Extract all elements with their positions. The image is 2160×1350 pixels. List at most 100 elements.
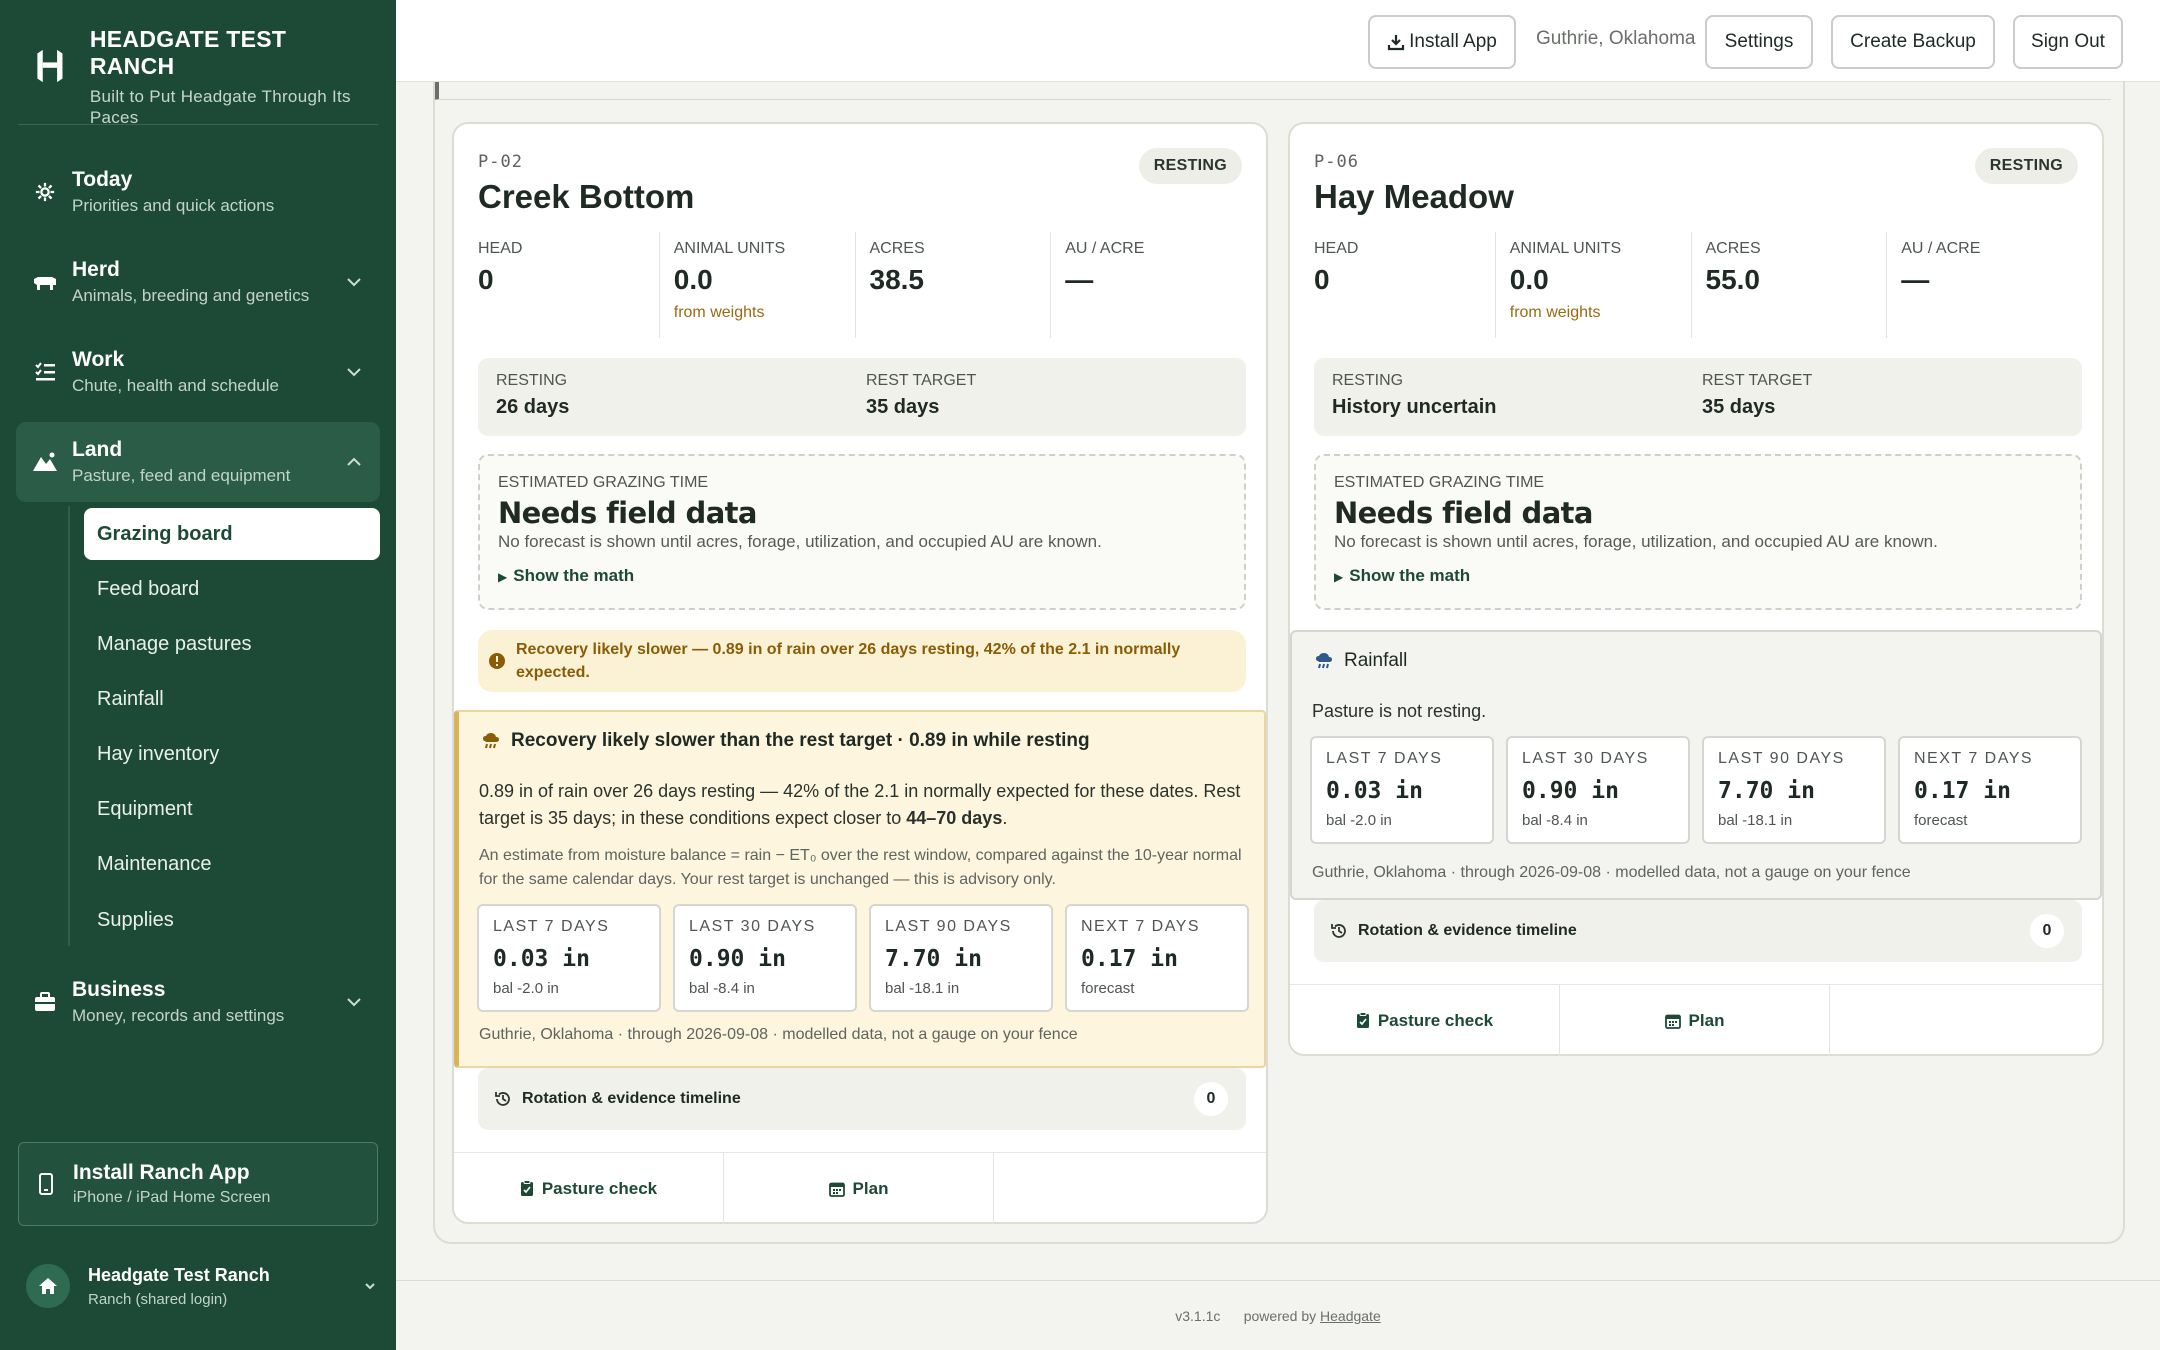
rest-target-label: REST TARGET xyxy=(866,372,977,389)
estimate-note: No forecast is shown until acres, forage… xyxy=(498,532,1102,551)
headgate-link[interactable]: Headgate xyxy=(1320,1308,1381,1324)
nav-herd-sub: Animals, breeding and genetics xyxy=(72,286,310,305)
stat-label: ACRES xyxy=(869,240,925,257)
subnav-supplies[interactable]: Supplies xyxy=(84,894,380,946)
user-switcher[interactable]: Headgate Test Ranch Ranch (shared login) xyxy=(26,1264,376,1308)
rainfall-panel: Rainfall Pasture is not resting. LAST 7 … xyxy=(1290,630,2102,900)
show-math-toggle[interactable]: ▶ Show the math xyxy=(1334,566,1470,586)
chevron-down-icon xyxy=(347,278,361,287)
plan-button[interactable]: Plan xyxy=(1560,985,1830,1056)
pasture-name[interactable]: Hay Meadow xyxy=(1314,178,1514,216)
checklist-icon xyxy=(35,362,55,381)
install-box-sub: iPhone / iPad Home Screen xyxy=(73,1189,271,1206)
stat-note: from weights xyxy=(1509,304,1601,321)
rest-target-label: REST TARGET xyxy=(1702,372,1813,389)
powered-by-label: powered by xyxy=(1243,1308,1317,1324)
nav-work[interactable]: Work Chute, health and schedule xyxy=(16,332,380,412)
sign-out-button[interactable]: Sign Out xyxy=(2013,15,2123,69)
rain-cell-label: LAST 90 DAYS xyxy=(1718,750,1845,767)
stat-value: 0 xyxy=(1314,264,1330,295)
stat-animal-units: ANIMAL UNITS 0.0 from weights xyxy=(658,232,855,338)
subnav-feed-board[interactable]: Feed board xyxy=(84,563,380,615)
triangle-right-icon: ▶ xyxy=(498,570,508,584)
rainfall-cells: LAST 7 DAYS 0.03 in bal -2.0 in LAST 30 … xyxy=(477,904,1249,1012)
chevron-down-icon xyxy=(347,998,361,1007)
rain-cell-sub: bal -8.4 in xyxy=(689,980,755,997)
grazing-estimate: ESTIMATED GRAZING TIME Needs field data … xyxy=(1314,454,2082,610)
stat-head: HEAD 0 xyxy=(1314,232,1495,338)
stat-value: 0 xyxy=(478,264,494,295)
nav-business[interactable]: Business Money, records and settings xyxy=(16,962,380,1042)
rain-cell-label: LAST 90 DAYS xyxy=(885,918,1012,935)
nav-today[interactable]: Today Priorities and quick actions xyxy=(16,152,380,232)
rain-cell-value: 0.90 in xyxy=(689,946,786,972)
stat-value: — xyxy=(1901,264,1930,295)
stat-au-per-acre: AU / ACRE — xyxy=(1886,232,2082,338)
rain-cell-last-90: LAST 90 DAYS 7.70 in bal -18.1 in xyxy=(1702,736,1886,844)
pasture-check-label: Pasture check xyxy=(541,1178,658,1198)
footer: v3.1.1c powered by Headgate xyxy=(396,1308,2160,1324)
rain-cell-last-90: LAST 90 DAYS 7.70 in bal -18.1 in xyxy=(869,904,1053,1012)
pasture-check-label: Pasture check xyxy=(1377,1010,1494,1030)
history-icon xyxy=(1331,924,1346,938)
stat-note: from weights xyxy=(673,304,765,321)
rain-cell-value: 0.17 in xyxy=(1914,778,2011,804)
chevron-down-icon xyxy=(347,368,361,377)
subnav-hay-inventory[interactable]: Hay inventory xyxy=(84,728,380,780)
rain-cloud-icon xyxy=(483,733,499,749)
brand-title: HEADGATE TEST RANCH xyxy=(89,26,287,79)
warning-icon xyxy=(489,653,505,669)
nav-herd[interactable]: Herd Animals, breeding and genetics xyxy=(16,242,380,322)
pasture-check-button[interactable]: Pasture check xyxy=(1290,985,1560,1056)
pasture-check-button[interactable]: Pasture check xyxy=(454,1153,724,1224)
version-label: v3.1.1c xyxy=(1175,1308,1221,1324)
settings-button[interactable]: Settings xyxy=(1705,15,1813,69)
rotation-timeline-toggle[interactable]: Rotation & evidence timeline 0 xyxy=(478,1068,1246,1130)
grazing-estimate: ESTIMATED GRAZING TIME Needs field data … xyxy=(478,454,1246,610)
land-subnav: Grazing board Feed board Manage pastures… xyxy=(68,506,380,946)
rain-cell-last-7: LAST 7 DAYS 0.03 in bal -2.0 in xyxy=(477,904,661,1012)
rain-cell-value: 7.70 in xyxy=(885,946,982,972)
status-badge: RESTING xyxy=(1138,148,1242,184)
rainfall-body-end: . xyxy=(1002,808,1008,828)
stat-head: HEAD 0 xyxy=(478,232,659,338)
nav-land[interactable]: Land Pasture, feed and equipment xyxy=(16,422,380,502)
rain-cell-sub: bal -2.0 in xyxy=(493,980,559,997)
subnav-maintenance[interactable]: Maintenance xyxy=(84,838,380,890)
plan-button[interactable]: Plan xyxy=(724,1153,994,1224)
stat-label: ANIMAL UNITS xyxy=(1509,240,1622,257)
pasture-card-creek-bottom: P-02 Creek Bottom RESTING HEAD 0 ANIMAL … xyxy=(452,122,1268,1224)
calendar-icon xyxy=(828,1182,845,1197)
rainfall-footer: Guthrie, Oklahoma · through 2026-09-08 ·… xyxy=(479,1026,1078,1043)
subnav-manage-pastures[interactable]: Manage pastures xyxy=(84,618,380,670)
resting-value: 26 days xyxy=(496,396,570,418)
pasture-id: P-06 xyxy=(1314,152,1359,172)
rain-cell-sub: bal -18.1 in xyxy=(1718,812,1793,829)
rainfall-cells: LAST 7 DAYS 0.03 in bal -2.0 in LAST 30 … xyxy=(1310,736,2082,844)
location-label: Guthrie, Oklahoma xyxy=(1536,28,1696,49)
create-backup-button[interactable]: Create Backup xyxy=(1831,15,1995,69)
mountain-icon xyxy=(33,452,57,471)
brand-subtitle: Built to Put Headgate Through Its Paces xyxy=(89,87,351,127)
user-name: Headgate Test Ranch xyxy=(88,1264,270,1285)
rain-cell-value: 0.17 in xyxy=(1081,946,1178,972)
pasture-name[interactable]: Creek Bottom xyxy=(478,178,694,216)
subnav-rainfall[interactable]: Rainfall xyxy=(84,673,380,725)
brand[interactable]: HEADGATE TEST RANCH Built to Put Headgat… xyxy=(32,26,372,128)
recovery-alert: Recovery likely slower — 0.89 in of rain… xyxy=(478,630,1246,692)
estimate-title: Needs field data xyxy=(498,496,758,530)
install-app-button[interactable]: Install App xyxy=(1368,15,1516,69)
stat-value: 38.5 xyxy=(869,264,925,295)
rest-target-value: 35 days xyxy=(866,396,940,418)
sidebar: HEADGATE TEST RANCH Built to Put Headgat… xyxy=(0,0,396,1350)
install-ranch-app-button[interactable]: Install Ranch App iPhone / iPad Home Scr… xyxy=(18,1142,378,1226)
subnav-equipment[interactable]: Equipment xyxy=(84,783,380,835)
subnav-grazing-board[interactable]: Grazing board xyxy=(84,508,380,560)
rain-cell-label: NEXT 7 DAYS xyxy=(1914,750,2034,767)
briefcase-icon xyxy=(35,992,55,1011)
show-math-toggle[interactable]: ▶ Show the math xyxy=(498,566,634,586)
stat-acres: ACRES 55.0 xyxy=(1690,232,1887,338)
rotation-timeline-toggle[interactable]: Rotation & evidence timeline 0 xyxy=(1314,900,2082,962)
resting-label: RESTING xyxy=(496,372,568,389)
rain-cell-sub: bal -18.1 in xyxy=(885,980,960,997)
